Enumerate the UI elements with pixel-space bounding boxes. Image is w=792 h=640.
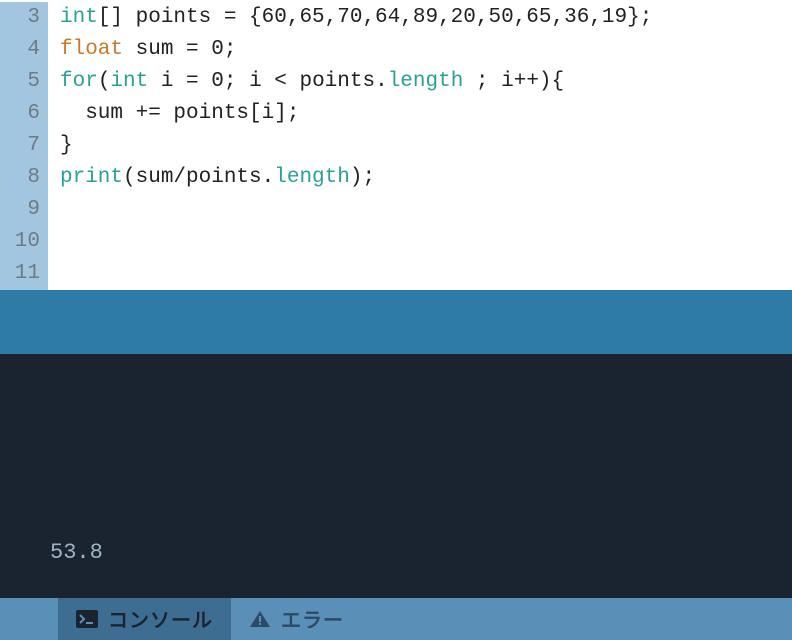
bottom-tab-bar: コンソール エラー [0, 598, 792, 640]
code-content[interactable]: int[] points = {60,65,70,64,89,20,50,65,… [48, 2, 792, 290]
code-line[interactable]: for(int i = 0; i < points.length ; i++){ [60, 66, 792, 98]
code-line[interactable]: int[] points = {60,65,70,64,89,20,50,65,… [60, 2, 792, 34]
line-number: 7 [4, 130, 40, 162]
code-editor[interactable]: 34567891011 int[] points = {60,65,70,64,… [0, 0, 792, 290]
code-line[interactable]: sum += points[i]; [60, 98, 792, 130]
line-number-gutter: 34567891011 [0, 2, 48, 290]
tab-console[interactable]: コンソール [58, 598, 231, 640]
line-number: 5 [4, 66, 40, 98]
line-number: 10 [4, 226, 40, 258]
console-output-text: 53.8 [16, 538, 103, 586]
console-output-panel: 53.8 [0, 354, 792, 598]
code-line[interactable] [60, 258, 792, 290]
line-number: 11 [4, 258, 40, 290]
warning-icon [249, 610, 271, 628]
tab-errors-label: エラー [281, 604, 344, 634]
line-number: 9 [4, 194, 40, 226]
line-number: 3 [4, 2, 40, 34]
code-line[interactable]: } [60, 130, 792, 162]
code-line[interactable]: print(sum/points.length); [60, 162, 792, 194]
code-line[interactable] [60, 226, 792, 258]
line-number: 6 [4, 98, 40, 130]
line-number: 8 [4, 162, 40, 194]
terminal-icon [76, 610, 98, 628]
code-line[interactable]: float sum = 0; [60, 34, 792, 66]
line-number: 4 [4, 34, 40, 66]
tab-console-label: コンソール [108, 604, 213, 634]
tab-errors[interactable]: エラー [231, 598, 362, 640]
editor-console-divider [0, 290, 792, 354]
code-line[interactable] [60, 194, 792, 226]
